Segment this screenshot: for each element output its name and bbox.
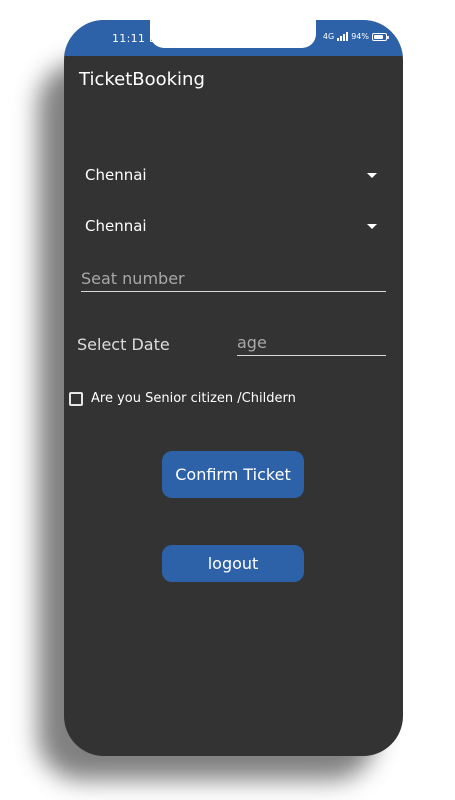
to-city-value: Chennai: [85, 217, 147, 235]
phone-frame: 11:11 4G 94% TicketBooking Chennai Chenn…: [64, 20, 403, 756]
battery-level: 94%: [351, 32, 369, 41]
screenshot-stage: 11:11 4G 94% TicketBooking Chennai Chenn…: [0, 0, 455, 800]
from-city-value: Chennai: [85, 166, 147, 184]
status-bar: 11:11 4G 94%: [64, 20, 403, 56]
dropdown-arrow-icon: [367, 172, 377, 178]
camera-notch: [150, 20, 316, 48]
senior-citizen-checkbox[interactable]: [69, 391, 83, 406]
senior-citizen-label: Are you Senior citizen /Childern: [91, 391, 296, 406]
dropdown-arrow-icon: [367, 223, 377, 229]
from-city-dropdown[interactable]: Chennai: [85, 160, 381, 190]
select-date-button[interactable]: Select Date: [77, 335, 170, 354]
status-right-group: 4G 94%: [322, 32, 389, 41]
network-type: 4G: [322, 32, 335, 41]
app-title: TicketBooking: [79, 69, 205, 90]
seat-number-input[interactable]: Seat number: [81, 262, 386, 292]
battery-icon: [372, 32, 389, 41]
age-placeholder: age: [237, 333, 267, 352]
senior-citizen-checkbox-row[interactable]: Are you Senior citizen /Childern: [69, 391, 296, 406]
age-input[interactable]: age: [237, 326, 386, 356]
to-city-dropdown[interactable]: Chennai: [85, 211, 381, 241]
seat-number-placeholder: Seat number: [81, 269, 185, 288]
confirm-ticket-button[interactable]: Confirm Ticket: [162, 451, 304, 498]
signal-icon: [337, 32, 349, 41]
status-time: 11:11: [112, 32, 146, 45]
logout-button[interactable]: logout: [162, 545, 304, 582]
